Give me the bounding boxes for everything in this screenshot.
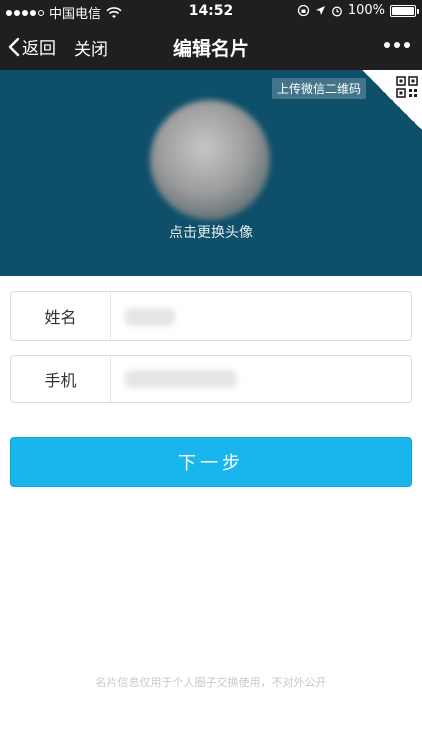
qr-upload-label[interactable]: 上传微信二维码 [271, 78, 366, 99]
status-right: 100% [297, 3, 419, 18]
orientation-lock-icon [297, 4, 309, 17]
change-avatar-link[interactable]: 点击更换头像 [0, 222, 422, 242]
back-button[interactable]: 返回 [8, 34, 56, 59]
name-input[interactable] [111, 292, 411, 340]
chevron-left-icon [8, 37, 20, 56]
battery-percent: 100% [347, 3, 385, 18]
name-label: 姓名 [11, 292, 111, 340]
battery-icon [390, 4, 419, 17]
name-field-row: 姓名 [10, 291, 412, 341]
name-value-blurred [125, 308, 175, 326]
phone-field-row: 手机 [10, 355, 412, 403]
more-menu-button[interactable] [384, 42, 410, 48]
battery-fill [392, 6, 414, 15]
qr-code-icon [396, 76, 418, 98]
privacy-note: 名片信息仅用于个人圈子交换使用，不对外公开 [95, 676, 327, 689]
status-bar: 中国电信 14:52 100% [0, 0, 422, 22]
more-dot-icon [404, 42, 410, 48]
page-title: 编辑名片 [172, 38, 249, 60]
alarm-icon [331, 6, 342, 16]
phone-value-blurred [125, 370, 237, 388]
phone-input[interactable] [111, 356, 411, 402]
close-button[interactable]: 关闭 [74, 35, 108, 60]
next-step-button[interactable]: 下一步 [10, 437, 412, 487]
qr-upload-corner[interactable] [362, 70, 422, 130]
nav-bar: 返回 关闭 编辑名片 [0, 22, 422, 70]
more-dot-icon [394, 42, 400, 48]
phone-label: 手机 [11, 356, 111, 402]
avatar[interactable] [150, 100, 270, 220]
location-arrow-icon [315, 6, 325, 15]
more-dot-icon [384, 42, 390, 48]
profile-header: 上传微信二维码 点击更换头像 [0, 70, 422, 276]
back-label: 返回 [22, 39, 56, 59]
